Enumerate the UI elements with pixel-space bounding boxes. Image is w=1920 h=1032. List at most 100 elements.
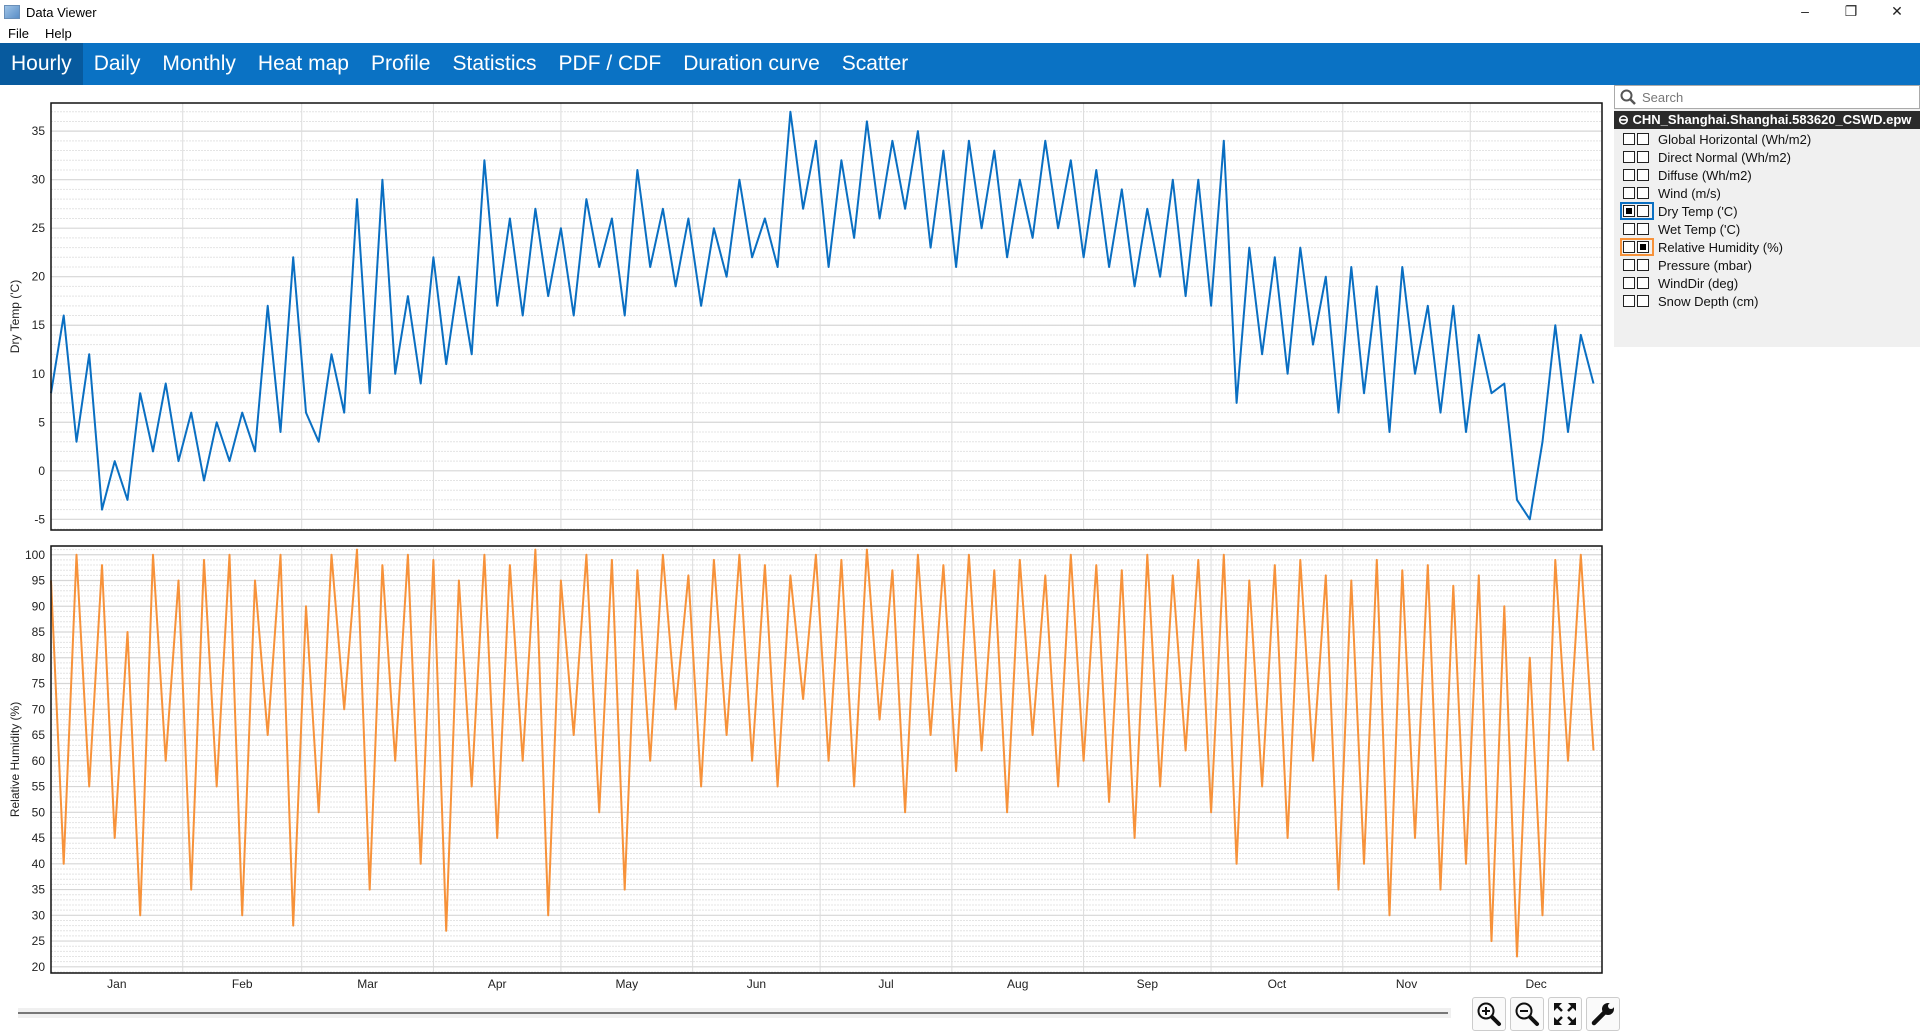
- x-tick-label-month: Mar: [357, 977, 378, 991]
- top-chart-checkbox[interactable]: [1623, 187, 1635, 199]
- x-tick-label-month: Apr: [488, 977, 507, 991]
- chart-panel-2: 20 25 30 35 40 45 50 55 60 65 70 75 80 85 90 95 100 Relat…: [8, 545, 1603, 974]
- variable-item[interactable]: Snow Depth (cm): [1620, 292, 1811, 310]
- top-chart-checkbox[interactable]: [1623, 295, 1635, 307]
- x-tick-label-month: May: [615, 977, 638, 991]
- bottom-chart-checkbox[interactable]: [1637, 277, 1649, 289]
- bottom-chart-checkbox[interactable]: [1637, 205, 1649, 217]
- axis-checkbox-pair: [1620, 166, 1654, 184]
- y-tick-label: 90: [32, 599, 46, 613]
- y-axis-label: Relative Humidity (%): [8, 702, 22, 817]
- x-tick-label-month: Dec: [1525, 977, 1546, 991]
- variable-item[interactable]: Wind (m/s): [1620, 184, 1811, 202]
- y-tick-label: 35: [32, 124, 46, 138]
- axis-checkbox-pair: [1620, 292, 1654, 310]
- variable-label: Global Horizontal (Wh/m2): [1658, 131, 1812, 147]
- y-tick-label: 20: [32, 270, 46, 284]
- y-tick-label: 15: [32, 318, 46, 332]
- bottom-chart-checkbox[interactable]: [1637, 241, 1649, 253]
- horizontal-scrollbar[interactable]: [18, 1008, 1451, 1018]
- y-tick-label: 0: [38, 464, 45, 478]
- search-icon: [1620, 89, 1636, 105]
- file-name: CHN_Shanghai.Shanghai.583620_CSWD.epw: [1632, 112, 1912, 127]
- zoom-out-button[interactable]: [1510, 997, 1544, 1031]
- variable-item[interactable]: Direct Normal (Wh/m2): [1620, 148, 1811, 166]
- x-tick-label-month: Aug: [1007, 977, 1028, 991]
- variable-item[interactable]: Global Horizontal (Wh/m2): [1620, 130, 1811, 148]
- axis-checkbox-pair: [1620, 274, 1654, 292]
- top-chart-checkbox[interactable]: [1623, 259, 1635, 271]
- y-tick-label: 45: [32, 831, 46, 845]
- bottom-chart-checkbox[interactable]: [1637, 169, 1649, 181]
- chart-toolbar: [1472, 997, 1624, 1031]
- axis-checkbox-pair: [1620, 202, 1654, 220]
- variable-label: WindDir (deg): [1658, 275, 1739, 291]
- x-tick-label-month: Feb: [232, 977, 253, 991]
- fit-all-icon: [1554, 1003, 1576, 1025]
- axis-checkbox-pair: [1620, 238, 1654, 256]
- maximize-button[interactable]: ❐: [1828, 0, 1874, 22]
- search-input[interactable]: Search: [1614, 85, 1920, 109]
- variable-sidebar: Search ⊖ CHN_Shanghai.Shanghai.583620_CS…: [1614, 85, 1920, 347]
- y-tick-label: 95: [32, 574, 46, 588]
- variable-label: Direct Normal (Wh/m2): [1658, 149, 1791, 165]
- settings-wrench-icon: [1591, 1003, 1614, 1026]
- y-tick-label: 65: [32, 728, 46, 742]
- bottom-chart-checkbox[interactable]: [1637, 295, 1649, 307]
- top-chart-checkbox[interactable]: [1623, 277, 1635, 289]
- top-chart-checkbox[interactable]: [1623, 241, 1635, 253]
- top-chart-checkbox[interactable]: [1623, 169, 1635, 181]
- variable-item[interactable]: WindDir (deg): [1620, 274, 1811, 292]
- bottom-chart-checkbox[interactable]: [1637, 223, 1649, 235]
- x-tick-label-month: Oct: [1268, 977, 1287, 991]
- settings-button[interactable]: [1586, 997, 1620, 1031]
- y-tick-label: -5: [34, 512, 45, 526]
- y-tick-label: 75: [32, 677, 46, 691]
- top-chart-checkbox[interactable]: [1623, 223, 1635, 235]
- variable-item[interactable]: Diffuse (Wh/m2): [1620, 166, 1811, 184]
- y-tick-label: 70: [32, 702, 46, 716]
- axis-checkbox-pair: [1620, 184, 1654, 202]
- variable-item[interactable]: Dry Temp ('C): [1620, 202, 1811, 220]
- top-chart-checkbox[interactable]: [1623, 151, 1635, 163]
- fit-all-button[interactable]: [1548, 997, 1582, 1031]
- close-button[interactable]: ✕: [1874, 0, 1920, 22]
- variable-item[interactable]: Wet Temp ('C): [1620, 220, 1811, 238]
- variable-label: Dry Temp ('C): [1658, 203, 1738, 219]
- minimize-button[interactable]: –: [1782, 0, 1828, 22]
- bottom-chart-checkbox[interactable]: [1637, 187, 1649, 199]
- variable-item[interactable]: Relative Humidity (%): [1620, 238, 1811, 256]
- y-tick-label: 55: [32, 780, 46, 794]
- y-tick-label: 30: [32, 908, 46, 922]
- y-tick-label: 50: [32, 805, 46, 819]
- top-chart-checkbox[interactable]: [1623, 205, 1635, 217]
- file-tree-header[interactable]: ⊖ CHN_Shanghai.Shanghai.583620_CSWD.epw: [1614, 111, 1920, 129]
- bottom-chart-checkbox[interactable]: [1637, 151, 1649, 163]
- x-tick-label-month: Jan: [107, 977, 126, 991]
- y-tick-label: 35: [32, 883, 46, 897]
- x-tick-label-month: Sep: [1137, 977, 1159, 991]
- x-tick-label-month: Jul: [878, 977, 893, 991]
- variable-item[interactable]: Pressure (mbar): [1620, 256, 1811, 274]
- zoom-in-button[interactable]: [1472, 997, 1506, 1031]
- x-tick-label-month: Nov: [1396, 977, 1417, 991]
- variable-label: Wet Temp ('C): [1658, 221, 1741, 237]
- charts-area[interactable]: -5 0 5 10 15 20 25 30 35 Dry Temp ('C) 20 25 30 35 40 4…: [0, 0, 1612, 1000]
- variable-label: Pressure (mbar): [1658, 257, 1752, 273]
- bottom-chart-checkbox[interactable]: [1637, 133, 1649, 145]
- top-chart-checkbox[interactable]: [1623, 133, 1635, 145]
- x-tick-label-month: Jun: [747, 977, 766, 991]
- y-axis-label: Dry Temp ('C): [8, 280, 22, 353]
- axis-checkbox-pair: [1620, 148, 1654, 166]
- y-tick-label: 20: [32, 960, 46, 974]
- bottom-chart-checkbox[interactable]: [1637, 259, 1649, 271]
- y-tick-label: 30: [32, 173, 46, 187]
- search-placeholder: Search: [1642, 89, 1684, 105]
- scrollbar-thumb[interactable]: [18, 1012, 1448, 1014]
- y-tick-label: 25: [32, 221, 46, 235]
- y-tick-label: 100: [25, 548, 45, 562]
- zoom-out-icon: [1515, 1002, 1539, 1026]
- variable-label: Snow Depth (cm): [1658, 293, 1759, 309]
- axis-checkbox-pair: [1620, 256, 1654, 274]
- variable-label: Diffuse (Wh/m2): [1658, 167, 1752, 183]
